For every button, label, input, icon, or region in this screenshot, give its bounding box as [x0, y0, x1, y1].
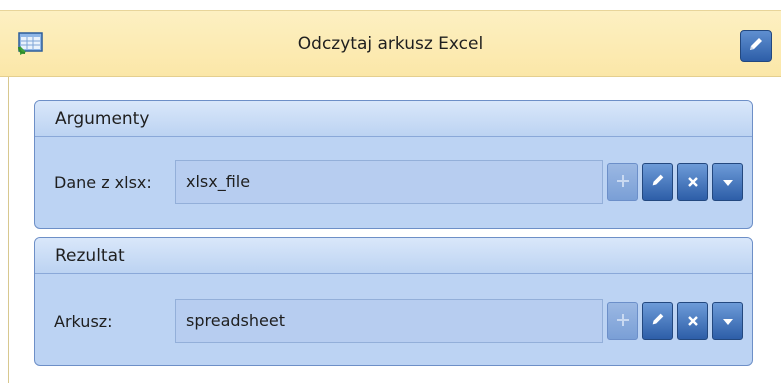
- result-group: Rezultat Arkusz: spreadsheet: [34, 237, 753, 366]
- dropdown-arrow-icon: [722, 312, 734, 331]
- xlsx-data-label: Dane z xlsx:: [54, 173, 152, 192]
- dropdown-button[interactable]: [712, 302, 743, 340]
- dropdown-arrow-icon: [722, 173, 734, 192]
- sheet-label: Arkusz:: [54, 312, 113, 331]
- edit-button[interactable]: [642, 163, 673, 201]
- plus-icon: [616, 173, 630, 192]
- pencil-icon: [747, 35, 765, 57]
- clear-button[interactable]: [677, 302, 708, 340]
- close-icon: [687, 312, 699, 331]
- add-button[interactable]: [607, 302, 638, 340]
- clear-button[interactable]: [677, 163, 708, 201]
- sheet-input[interactable]: spreadsheet: [175, 299, 603, 343]
- arguments-group: Argumenty Dane z xlsx: xlsx_file: [34, 100, 753, 229]
- edit-activity-button[interactable]: [740, 30, 772, 62]
- activity-card: Odczytaj arkusz Excel Argumenty Dane z x…: [0, 0, 782, 383]
- close-icon: [687, 173, 699, 192]
- card-border: [8, 77, 9, 383]
- dropdown-button[interactable]: [712, 163, 743, 201]
- spreadsheet-import-icon: [18, 32, 44, 56]
- arguments-header: Argumenty: [35, 101, 752, 137]
- add-button[interactable]: [607, 163, 638, 201]
- result-header: Rezultat: [35, 238, 752, 274]
- plus-icon: [616, 312, 630, 331]
- edit-button[interactable]: [642, 302, 673, 340]
- activity-header: Odczytaj arkusz Excel: [0, 10, 781, 77]
- pencil-icon: [650, 172, 666, 192]
- xlsx-data-input[interactable]: xlsx_file: [175, 160, 603, 204]
- activity-title: Odczytaj arkusz Excel: [297, 34, 484, 54]
- pencil-icon: [650, 311, 666, 331]
